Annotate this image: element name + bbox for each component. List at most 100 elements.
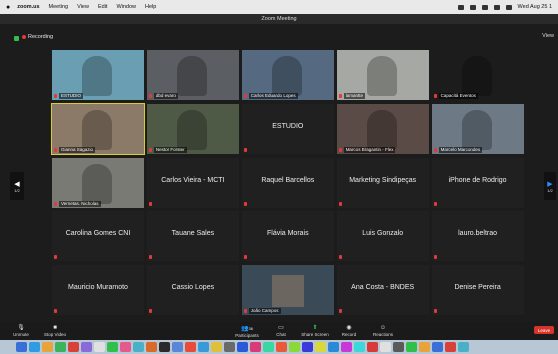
participant-tile[interactable]: lauro.beltrao [431, 211, 524, 262]
participant-tile[interactable]: Marcelo Marcondes [431, 103, 524, 154]
dock-app-icon[interactable] [224, 342, 235, 352]
dock-app-icon[interactable] [263, 342, 274, 352]
participant-video [176, 56, 207, 96]
participant-tile[interactable]: Carlos Eduardo Lopes [241, 50, 334, 100]
participant-tile[interactable]: Cassio Lopes [146, 265, 239, 316]
participants-button[interactable]: 👥36 Participants [230, 322, 264, 340]
tray-icon[interactable] [481, 4, 488, 10]
participant-tile[interactable]: Mauricio Muramoto [52, 265, 144, 316]
dock-app-icon[interactable] [276, 342, 287, 352]
dock-app-icon[interactable] [432, 342, 443, 352]
apple-menu-icon[interactable]: ● [6, 4, 10, 11]
mic-muted-icon [54, 201, 57, 206]
participant-tile[interactable]: Vernetas. Nicholas [52, 157, 144, 208]
participant-tile[interactable]: Denise Pereira [431, 265, 524, 316]
mic-muted-icon [54, 255, 57, 260]
participant-tile[interactable]: Nestor Forster [146, 103, 239, 154]
menu-view[interactable]: View [77, 4, 89, 10]
participant-tile[interactable]: Raquel Barcellos [241, 157, 334, 208]
dock-app-icon[interactable] [367, 342, 378, 352]
dock-app-icon[interactable] [172, 342, 183, 352]
participant-tile[interactable]: Marketing Sindipeças [336, 157, 429, 208]
dock-app-icon[interactable] [406, 342, 417, 352]
dock-app-icon[interactable] [354, 342, 365, 352]
dock-app-icon[interactable] [315, 342, 326, 352]
dock-app-icon[interactable] [81, 342, 92, 352]
record-button[interactable]: ◉ Record [332, 322, 366, 340]
dock-app-icon[interactable] [94, 342, 105, 352]
dock-app-icon[interactable] [185, 342, 196, 352]
participant-tile[interactable]: Luis Gonzalo [336, 211, 429, 262]
menu-help[interactable]: Help [145, 4, 156, 10]
participant-video [461, 109, 492, 150]
reactions-button[interactable]: ☺ Reactions [366, 322, 400, 340]
dock-app-icon[interactable] [302, 342, 313, 352]
tray-icon[interactable] [469, 4, 476, 10]
dock-app-icon[interactable] [133, 342, 144, 352]
dock-app-icon[interactable] [237, 342, 248, 352]
dock-app-icon[interactable] [250, 342, 261, 352]
dock-app-icon[interactable] [107, 342, 118, 352]
participant-tile[interactable]: Flávia Morais [241, 211, 334, 262]
dock-app-icon[interactable] [393, 342, 404, 352]
unmute-button[interactable]: 🎙 Unmute [4, 322, 38, 340]
participant-tile[interactable]: Carlos Vieira - MCTI [146, 157, 239, 208]
menubar-clock[interactable]: Wed Aug 25 1 [518, 4, 552, 10]
dock-app-icon[interactable] [198, 342, 209, 352]
mic-muted-icon [433, 309, 437, 314]
dock-app-icon[interactable] [42, 342, 53, 352]
mic-muted-icon [338, 309, 342, 314]
participant-tile[interactable]: dbd evaro [146, 50, 239, 100]
leave-button[interactable]: Leave [534, 326, 554, 334]
mic-muted-icon [243, 309, 247, 314]
page-indicator: 1/2 [547, 187, 553, 193]
participant-name-tag: Gianna Sagazio [59, 146, 96, 153]
menu-edit[interactable]: Edit [98, 4, 107, 10]
shield-icon[interactable] [14, 36, 19, 41]
page-prev-button[interactable]: ◀ 1/2 [10, 172, 24, 200]
participant-tile[interactable]: Ana Costa - BNDES [336, 265, 429, 316]
participant-tile[interactable]: Tauane Sales [146, 211, 239, 262]
participant-tile[interactable]: João Campos [241, 265, 334, 316]
dock-app-icon[interactable] [211, 342, 222, 352]
participant-tile[interactable]: ESTUDIO [52, 50, 144, 100]
participant-video [82, 56, 112, 96]
macos-menubar: ● zoom.us Meeting View Edit Window Help … [0, 0, 558, 14]
dock-app-icon[interactable] [55, 342, 66, 352]
participant-tile[interactable]: iPhone de Rodrigo [431, 157, 524, 208]
participant-tile[interactable]: ESTUDIO [241, 103, 334, 154]
dock-app-icon[interactable] [120, 342, 131, 352]
share-screen-button[interactable]: ⬆ Share Screen [298, 322, 332, 340]
view-button[interactable]: View [542, 33, 554, 39]
dock-app-icon[interactable] [159, 342, 170, 352]
dock-app-icon[interactable] [445, 342, 456, 352]
participant-tile[interactable]: Carolina Gomes CNI [52, 211, 144, 262]
participant-tile[interactable]: Gianna Sagazio [51, 102, 145, 155]
participant-tile[interactable]: Capacità Eventos [431, 50, 524, 100]
participant-tile[interactable]: Marcos Bragantin - Flex [336, 103, 429, 154]
menu-app[interactable]: zoom.us [17, 4, 39, 10]
dock-app-icon[interactable] [328, 342, 339, 352]
dock-app-icon[interactable] [289, 342, 300, 352]
dock-app-icon[interactable] [146, 342, 157, 352]
dock-app-icon[interactable] [341, 342, 352, 352]
dock-app-icon[interactable] [68, 342, 79, 352]
participant-video [461, 56, 492, 96]
menu-meeting[interactable]: Meeting [49, 4, 69, 10]
participant-display-name: Cassio Lopes [171, 284, 215, 292]
dock-app-icon[interactable] [458, 342, 469, 352]
dock-app-icon[interactable] [16, 342, 27, 352]
chat-button[interactable]: ▭ Chat [264, 322, 298, 340]
stop-video-button[interactable]: ■ Stop Video [38, 322, 72, 340]
wifi-icon[interactable] [493, 4, 500, 10]
tray-icon[interactable] [457, 4, 464, 10]
search-icon[interactable] [505, 4, 512, 10]
recording-indicator[interactable]: Recording [22, 34, 53, 40]
participant-tile[interactable]: lamantte [336, 50, 429, 100]
dock-app-icon[interactable] [419, 342, 430, 352]
dock-app-icon[interactable] [29, 342, 40, 352]
menu-window[interactable]: Window [116, 4, 136, 10]
dock-app-icon[interactable] [380, 342, 391, 352]
page-next-button[interactable]: ▶ 1/2 [544, 172, 556, 200]
mic-muted-icon [243, 201, 247, 206]
